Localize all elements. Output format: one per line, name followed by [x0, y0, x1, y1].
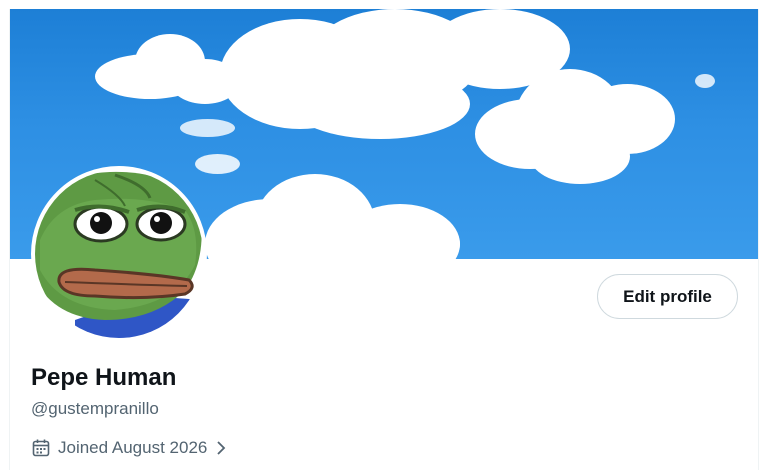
profile-avatar[interactable]: [31, 166, 207, 342]
column-border-right: [758, 9, 759, 470]
pepe-frog-avatar-image: [35, 170, 203, 338]
chevron-right-icon: [213, 440, 229, 456]
profile-handle: @gustempranillo: [31, 399, 159, 418]
top-strip: [0, 0, 766, 9]
joined-date-row[interactable]: Joined August 2026: [31, 436, 229, 460]
edit-profile-button[interactable]: Edit profile: [597, 274, 738, 319]
profile-display-name: Pepe Human: [31, 364, 177, 391]
calendar-icon: [31, 438, 51, 458]
joined-date-text: Joined August 2026: [58, 438, 208, 457]
